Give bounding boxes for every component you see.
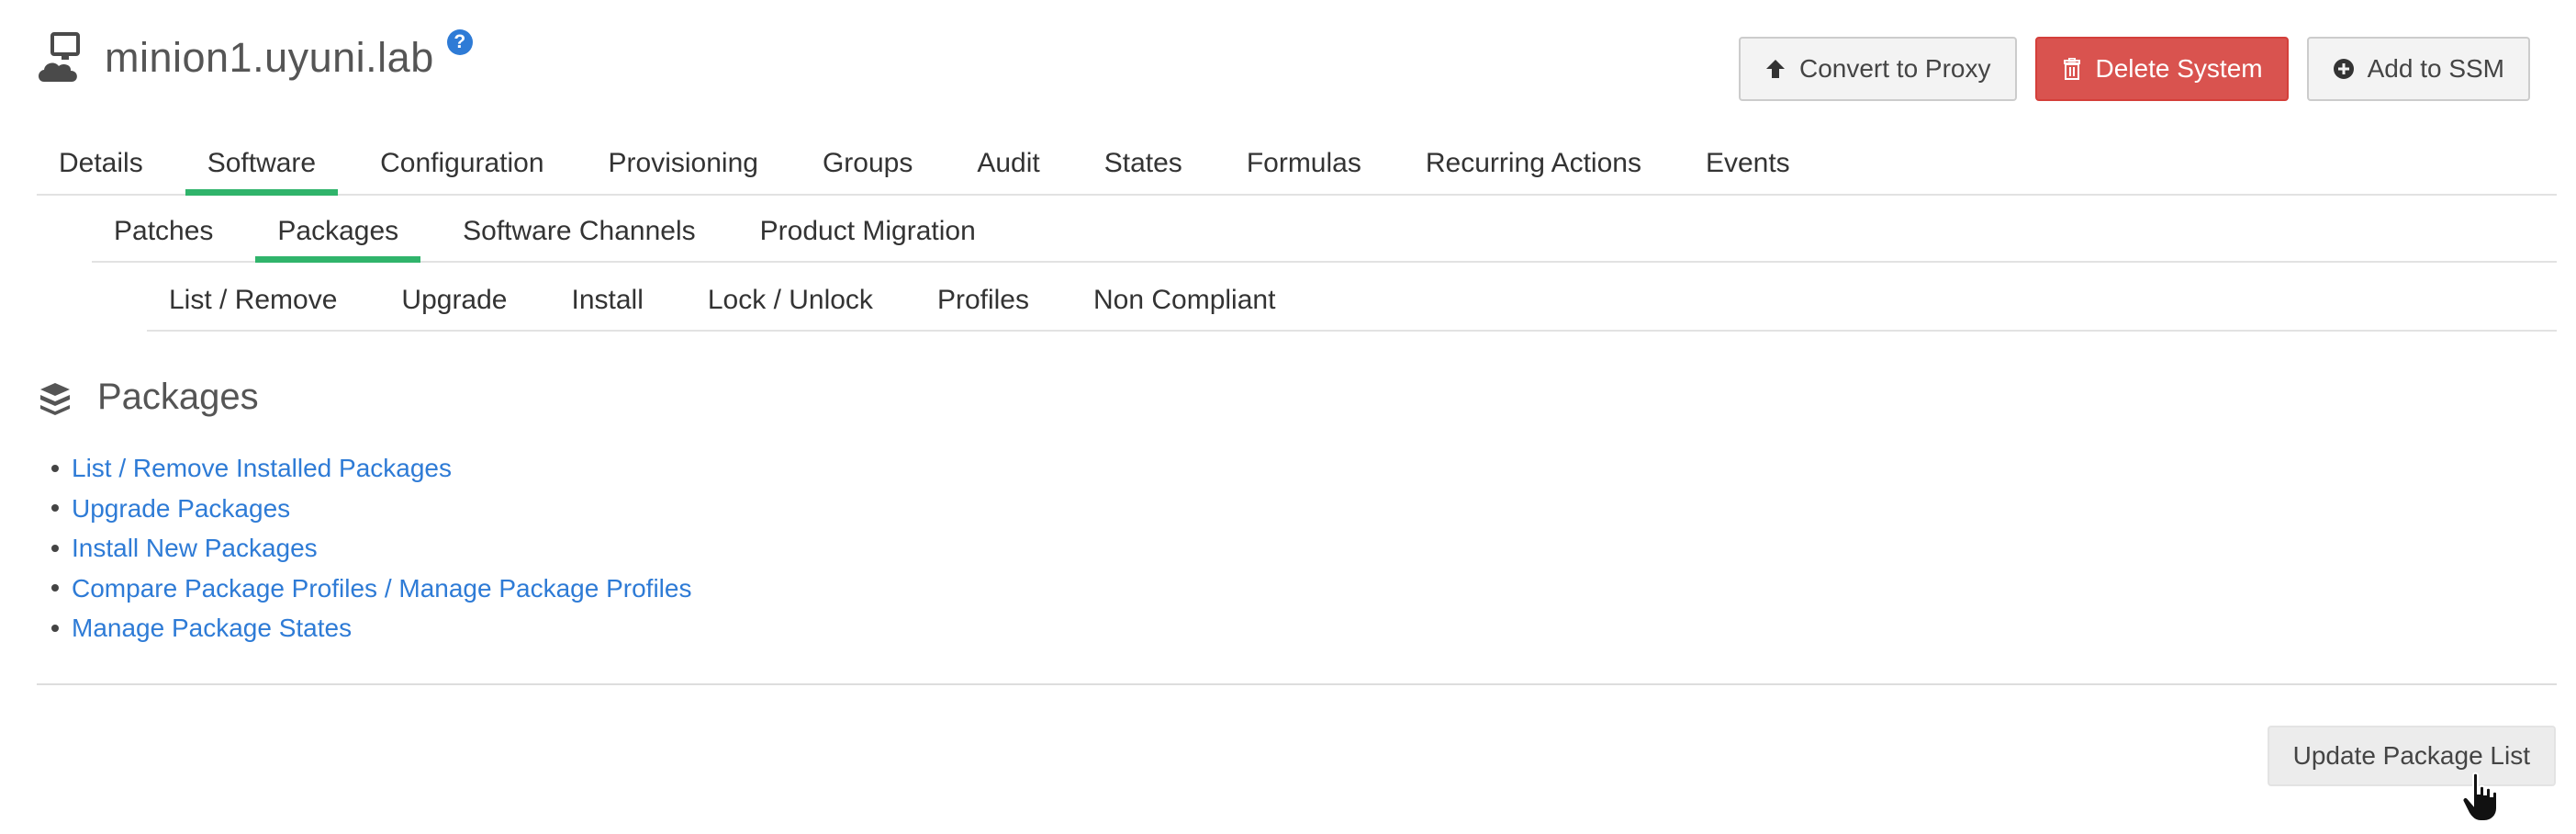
tab-audit[interactable]: Audit (955, 133, 1061, 194)
package-links: List / Remove Installed Packages Upgrade… (51, 448, 691, 648)
packages-icon (40, 382, 70, 415)
tab-recurring-actions[interactable]: Recurring Actions (1404, 133, 1663, 194)
header-actions: Convert to Proxy Delete System Add to SS… (1738, 37, 2530, 101)
section-header: Packages (37, 377, 259, 418)
divider (37, 683, 2557, 685)
tab-events[interactable]: Events (1684, 133, 1812, 194)
arrow-up-icon (1765, 60, 1785, 78)
link-install-new-packages[interactable]: Install New Packages (51, 528, 691, 569)
trash-icon (2063, 58, 2080, 80)
update-package-list-button[interactable]: Update Package List (2267, 726, 2556, 786)
plus-circle-icon (2333, 59, 2354, 79)
tab-upgrade[interactable]: Upgrade (379, 271, 529, 330)
tab-configuration[interactable]: Configuration (358, 133, 566, 194)
tab-list-remove[interactable]: List / Remove (147, 271, 359, 330)
tab-product-migration[interactable]: Product Migration (738, 202, 998, 261)
tab-profiles[interactable]: Profiles (915, 271, 1051, 330)
link-list-remove-installed[interactable]: List / Remove Installed Packages (51, 448, 691, 489)
link-upgrade-packages[interactable]: Upgrade Packages (51, 489, 691, 529)
tab-groups[interactable]: Groups (801, 133, 935, 194)
tab-lock-unlock[interactable]: Lock / Unlock (686, 271, 895, 330)
link-manage-package-states[interactable]: Manage Package States (51, 608, 691, 648)
delete-system-button[interactable]: Delete System (2034, 37, 2289, 101)
tab-software[interactable]: Software (185, 133, 339, 196)
question-circle-icon[interactable]: ? (446, 29, 473, 55)
tab-non-compliant[interactable]: Non Compliant (1071, 271, 1297, 330)
link-compare-package-profiles[interactable]: Compare Package Profiles / Manage Packag… (51, 569, 691, 609)
tab-install[interactable]: Install (549, 271, 665, 330)
tab-packages[interactable]: Packages (255, 202, 420, 263)
convert-to-proxy-button[interactable]: Convert to Proxy (1738, 37, 2017, 101)
hand-pointer-icon (2461, 772, 2498, 822)
add-to-ssm-button[interactable]: Add to SSM (2306, 37, 2530, 101)
packages-tabs: List / Remove Upgrade Install Lock / Unl… (147, 271, 2557, 332)
tab-software-channels[interactable]: Software Channels (441, 202, 717, 261)
delete-system-label: Delete System (2095, 54, 2263, 83)
section-title: Packages (97, 377, 259, 417)
convert-to-proxy-label: Convert to Proxy (1798, 54, 1991, 83)
tab-states[interactable]: States (1082, 133, 1204, 194)
tab-details[interactable]: Details (37, 133, 165, 194)
computer-cloud-icon (39, 32, 80, 82)
page-header: minion1.uyuni.lab ? (37, 26, 473, 90)
page-title: minion1.uyuni.lab (105, 34, 434, 81)
add-to-ssm-label: Add to SSM (2367, 54, 2504, 83)
main-tabs: Details Software Configuration Provision… (37, 133, 2557, 196)
tab-provisioning[interactable]: Provisioning (587, 133, 780, 194)
tab-formulas[interactable]: Formulas (1225, 133, 1383, 194)
tab-patches[interactable]: Patches (92, 202, 235, 261)
software-tabs: Patches Packages Software Channels Produ… (92, 202, 2557, 263)
